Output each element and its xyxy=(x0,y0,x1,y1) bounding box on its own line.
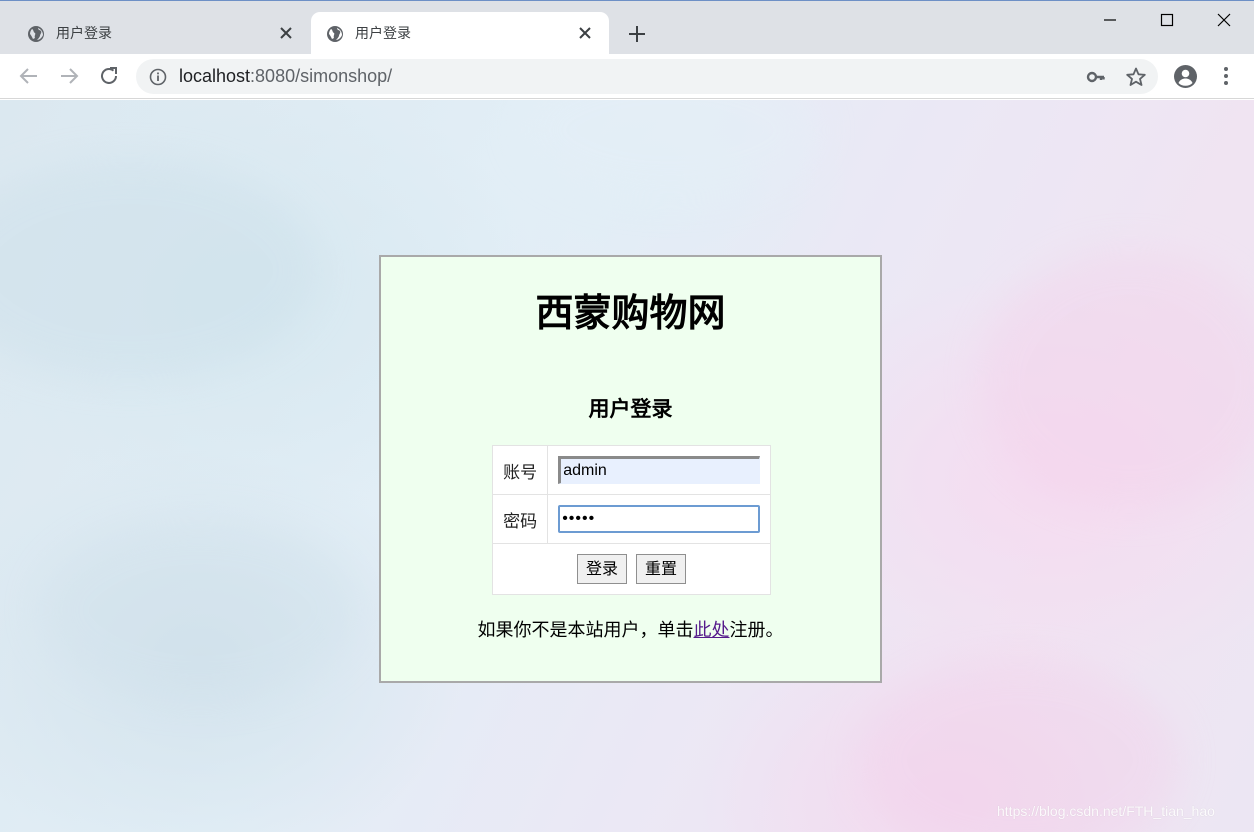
account-row: 账号 xyxy=(491,445,771,495)
site-title: 西蒙购物网 xyxy=(535,291,726,335)
page-viewport: 西蒙购物网 用户登录 账号 密码 登录 重置 如果你 xyxy=(0,100,1254,832)
register-hint: 如果你不是本站用户，单击此处注册。 xyxy=(381,619,880,643)
maximize-icon[interactable] xyxy=(1154,7,1180,33)
button-row: 登录 重置 xyxy=(492,543,771,595)
form-title: 用户登录 xyxy=(588,397,673,421)
reset-button[interactable]: 重置 xyxy=(636,554,687,584)
info-icon[interactable] xyxy=(149,68,167,86)
account-label: 账号 xyxy=(491,445,549,495)
minimize-icon[interactable] xyxy=(1097,7,1123,33)
password-input[interactable] xyxy=(558,505,761,533)
url-path: :8080/simonshop/ xyxy=(250,66,393,86)
browser-toolbar: localhost:8080/simonshop/ xyxy=(0,54,1254,99)
new-tab-icon[interactable] xyxy=(624,21,650,47)
globe-icon xyxy=(28,26,44,42)
close-tab-icon[interactable] xyxy=(276,23,296,43)
account-input[interactable] xyxy=(558,456,761,484)
back-icon[interactable] xyxy=(16,63,42,89)
key-icon[interactable] xyxy=(1086,67,1106,87)
tab-active[interactable]: 用户登录 xyxy=(311,12,609,55)
address-bar[interactable]: localhost:8080/simonshop/ xyxy=(136,59,1158,94)
login-form: 账号 密码 登录 重置 xyxy=(491,445,771,595)
password-row: 密码 xyxy=(491,494,771,544)
close-window-icon[interactable] xyxy=(1211,7,1237,33)
watermark: https://blog.csdn.net/FTH_tian_hao xyxy=(997,803,1215,819)
register-suffix: 注册。 xyxy=(729,620,784,641)
reload-icon[interactable] xyxy=(96,63,122,89)
register-link[interactable]: 此处 xyxy=(694,620,730,641)
url-host: localhost xyxy=(179,66,251,86)
login-panel: 西蒙购物网 用户登录 账号 密码 登录 重置 如果你 xyxy=(379,255,882,683)
url-text[interactable]: localhost:8080/simonshop/ xyxy=(179,66,392,87)
tab-title: 用户登录 xyxy=(355,26,411,42)
bookmark-star-icon[interactable] xyxy=(1125,66,1147,88)
forward-icon[interactable] xyxy=(56,63,82,89)
profile-avatar-icon[interactable] xyxy=(1173,64,1198,89)
tab-strip: 用户登录 用户登录 xyxy=(0,0,1254,55)
tab-inactive[interactable]: 用户登录 xyxy=(12,12,310,55)
register-prefix: 如果你不是本站用户，单击 xyxy=(477,620,694,641)
close-tab-icon[interactable] xyxy=(575,23,595,43)
menu-kebab-icon[interactable] xyxy=(1215,65,1237,87)
login-button[interactable]: 登录 xyxy=(576,554,627,584)
globe-icon xyxy=(327,26,343,42)
password-label: 密码 xyxy=(491,494,549,544)
tab-title: 用户登录 xyxy=(56,26,112,42)
